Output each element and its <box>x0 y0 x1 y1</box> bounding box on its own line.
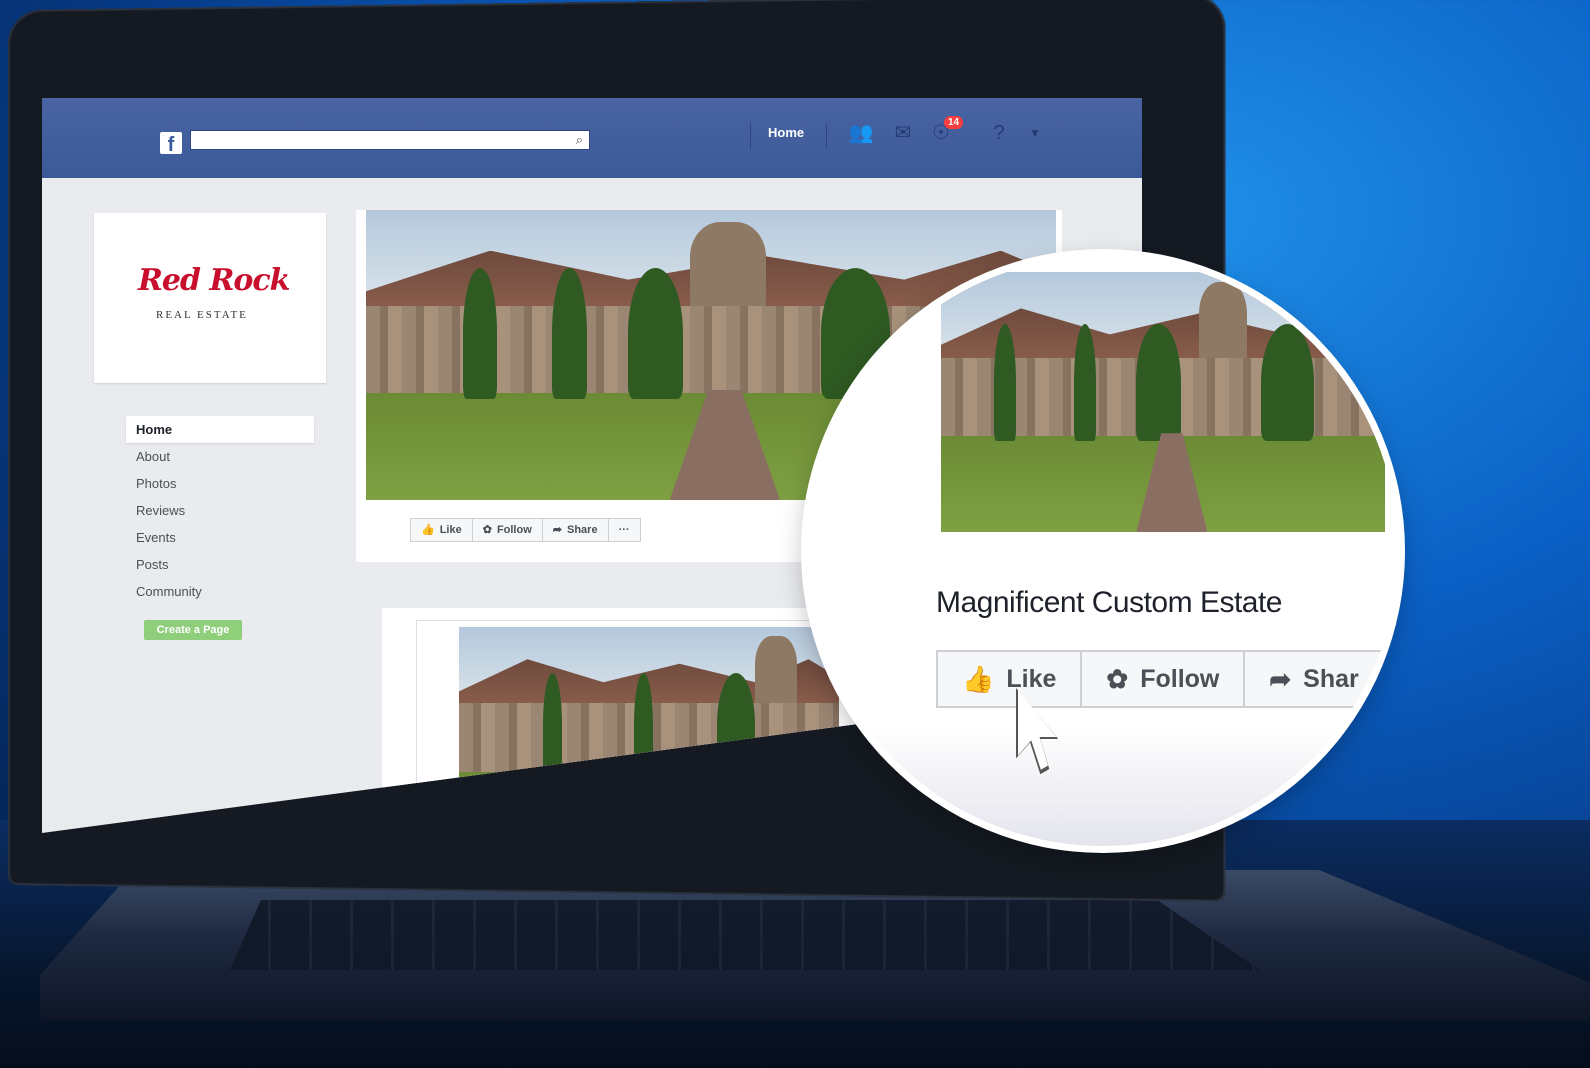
like-label: Like <box>440 519 462 541</box>
sidebar-item-reviews[interactable]: Reviews <box>126 497 314 524</box>
nav-divider <box>826 123 827 149</box>
keyboard <box>230 900 1260 970</box>
follow-button[interactable]: ✿ Follow <box>1080 650 1245 708</box>
house-tower <box>755 636 797 705</box>
sidebar-item-home[interactable]: Home <box>126 416 314 443</box>
messenger-icon[interactable]: ✉ <box>890 120 916 146</box>
more-icon: ··· <box>619 519 630 541</box>
follow-button[interactable]: ✿ Follow <box>472 518 543 542</box>
nav-divider <box>750 123 751 149</box>
nav-home-link[interactable]: Home <box>768 125 804 140</box>
scene: f ⌕ Home 👥 ✉ ☉ 14 ? ▼ Red Rock REAL ESTA… <box>0 0 1590 1068</box>
notification-badge: 14 <box>944 116 963 129</box>
friends-icon[interactable]: 👥 <box>848 120 874 146</box>
page-title: Magnificent Custom Estate <box>936 586 1282 620</box>
share-arrow-icon: ➦ <box>553 519 562 541</box>
sidebar-item-about[interactable]: About <box>126 443 314 470</box>
sidebar-item-events[interactable]: Events <box>126 524 314 551</box>
caret-down-icon[interactable]: ▼ <box>1022 120 1048 146</box>
cover-action-bar: 👍 Like ✿ Follow ➦ Share ··· <box>410 518 640 542</box>
brick-path <box>670 390 780 500</box>
thumbs-up-icon: 👍 <box>962 664 994 695</box>
share-label: Shar <box>1303 665 1359 694</box>
sidebar-item-posts[interactable]: Posts <box>126 551 314 578</box>
search-input[interactable]: ⌕ <box>190 130 590 150</box>
more-button[interactable]: ··· <box>608 518 641 542</box>
tree <box>1136 324 1180 441</box>
create-page-button[interactable]: Create a Page <box>144 620 242 640</box>
tree <box>463 268 498 399</box>
zoomed-action-bar: 👍 Like ✿ Follow ➦ Shar <box>936 650 1383 708</box>
rss-icon: ✿ <box>483 519 492 541</box>
page-sidebar-nav: Home About Photos Reviews Events Posts C… <box>126 416 314 605</box>
tree <box>1074 324 1096 441</box>
follow-label: Follow <box>497 519 532 541</box>
share-arrow-icon: ➦ <box>1269 664 1291 695</box>
page-profile-picture[interactable]: Red Rock REAL ESTATE <box>94 213 326 383</box>
share-button[interactable]: ➦ Shar <box>1243 650 1384 708</box>
tree <box>543 673 562 777</box>
brand-logo-script: Red Rock <box>138 263 289 298</box>
help-icon[interactable]: ? <box>986 120 1012 146</box>
tree <box>552 268 587 399</box>
sidebar-item-community[interactable]: Community <box>126 578 314 605</box>
facebook-topbar: f ⌕ Home 👥 ✉ ☉ 14 ? ▼ <box>42 98 1142 178</box>
zoom-shade <box>808 726 1398 846</box>
rss-icon: ✿ <box>1106 664 1128 695</box>
thumbs-up-icon: 👍 <box>421 519 435 541</box>
tree <box>1261 324 1314 441</box>
zoomed-cover-photo[interactable] <box>941 272 1385 532</box>
like-button[interactable]: 👍 Like <box>936 650 1082 708</box>
magnifier-callout: Magnificent Custom Estate 👍 Like ✿ Follo… <box>808 256 1398 846</box>
house-tower <box>1199 282 1248 360</box>
house-tower <box>690 222 766 309</box>
search-icon[interactable]: ⌕ <box>576 132 583 148</box>
like-label: Like <box>1006 665 1056 694</box>
sidebar-item-photos[interactable]: Photos <box>126 470 314 497</box>
like-button[interactable]: 👍 Like <box>410 518 473 542</box>
brand-logo-subtitle: REAL ESTATE <box>156 309 248 321</box>
share-button[interactable]: ➦ Share <box>542 518 609 542</box>
facebook-logo-icon[interactable]: f <box>160 132 182 154</box>
share-label: Share <box>567 519 598 541</box>
follow-label: Follow <box>1140 665 1219 694</box>
tree <box>628 268 683 399</box>
brick-path <box>1136 433 1207 532</box>
